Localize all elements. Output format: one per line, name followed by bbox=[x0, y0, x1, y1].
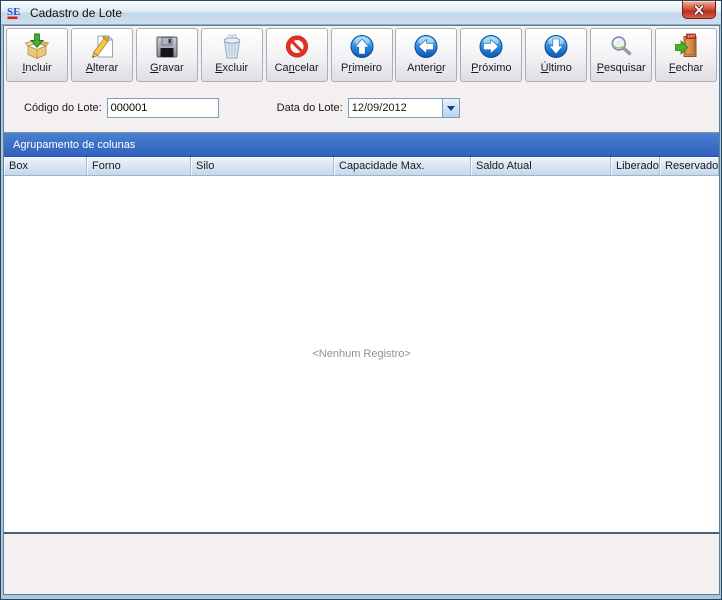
column-header-capacidade[interactable]: Capacidade Max. bbox=[334, 157, 471, 175]
data-lote-label: Data do Lote: bbox=[277, 102, 343, 114]
fechar-label: Fechar bbox=[669, 62, 703, 74]
group-by-band[interactable]: Agrupamento de colunas bbox=[4, 133, 719, 157]
svg-text:SE: SE bbox=[7, 6, 20, 18]
incluir-label: Incluir bbox=[22, 62, 51, 74]
arrow-left-circle-icon bbox=[413, 32, 439, 60]
grid-header-row: Box Forno Silo Capacidade Max. Saldo Atu… bbox=[4, 157, 719, 176]
pesquisar-button[interactable]: Pesquisar bbox=[590, 28, 652, 82]
column-header-reservado[interactable]: Reservado bbox=[660, 157, 719, 175]
column-header-silo[interactable]: Silo bbox=[191, 157, 334, 175]
pesquisar-label: Pesquisar bbox=[597, 62, 646, 74]
fechar-button[interactable]: EXIT Fechar bbox=[655, 28, 717, 82]
ultimo-label: Último bbox=[541, 62, 572, 74]
toolbar: Incluir Alterar bbox=[4, 26, 719, 84]
ultimo-button[interactable]: Último bbox=[525, 28, 587, 82]
excluir-label: Excluir bbox=[215, 62, 248, 74]
chevron-down-icon bbox=[447, 106, 455, 111]
box-add-icon bbox=[24, 32, 50, 60]
codigo-lote-label: Código do Lote: bbox=[24, 102, 102, 114]
gravar-button[interactable]: Gravar bbox=[136, 28, 198, 82]
bottom-panel bbox=[4, 534, 719, 594]
anterior-label: Anterior bbox=[407, 62, 446, 74]
excluir-button[interactable]: Excluir bbox=[201, 28, 263, 82]
proximo-button[interactable]: Próximo bbox=[460, 28, 522, 82]
data-lote-value: 12/09/2012 bbox=[349, 102, 442, 114]
cancelar-label: Cancelar bbox=[275, 62, 319, 74]
floppy-disk-icon bbox=[154, 32, 180, 60]
title-bar[interactable]: SE Cadastro de Lote bbox=[1, 1, 721, 25]
alterar-button[interactable]: Alterar bbox=[71, 28, 133, 82]
arrow-down-circle-icon bbox=[543, 32, 569, 60]
client-area: Incluir Alterar bbox=[3, 25, 720, 595]
app-logo-icon: SE bbox=[7, 5, 25, 21]
alterar-label: Alterar bbox=[86, 62, 118, 74]
incluir-button[interactable]: Incluir bbox=[6, 28, 68, 82]
empty-records-message: <Nenhum Registro> bbox=[312, 348, 410, 360]
app-window: SE Cadastro de Lote bbox=[0, 0, 722, 600]
pencil-document-icon bbox=[89, 32, 115, 60]
column-header-saldo[interactable]: Saldo Atual bbox=[471, 157, 611, 175]
cancel-icon bbox=[284, 32, 310, 60]
arrow-right-circle-icon bbox=[478, 32, 504, 60]
grid-body[interactable]: <Nenhum Registro> bbox=[4, 176, 719, 532]
window-title: Cadastro de Lote bbox=[30, 6, 122, 20]
arrow-up-circle-icon bbox=[349, 32, 375, 60]
exit-door-icon: EXIT bbox=[673, 32, 699, 60]
cancelar-button[interactable]: Cancelar bbox=[266, 28, 328, 82]
combo-dropdown-button[interactable] bbox=[442, 99, 459, 117]
form-row: Código do Lote: Data do Lote: 12/09/2012 bbox=[4, 84, 719, 132]
primeiro-label: Primeiro bbox=[341, 62, 382, 74]
close-button[interactable] bbox=[682, 1, 716, 19]
svg-text:EXIT: EXIT bbox=[688, 34, 696, 38]
codigo-lote-input[interactable] bbox=[107, 98, 219, 118]
data-grid: Agrupamento de colunas Box Forno Silo Ca… bbox=[4, 132, 719, 534]
primeiro-button[interactable]: Primeiro bbox=[331, 28, 393, 82]
magnifier-icon bbox=[608, 32, 634, 60]
proximo-label: Próximo bbox=[471, 62, 511, 74]
gravar-label: Gravar bbox=[150, 62, 184, 74]
column-header-box[interactable]: Box bbox=[4, 157, 87, 175]
trash-icon bbox=[219, 32, 245, 60]
column-header-liberado[interactable]: Liberado bbox=[611, 157, 660, 175]
column-header-forno[interactable]: Forno bbox=[87, 157, 191, 175]
group-band-text: Agrupamento de colunas bbox=[13, 139, 135, 151]
window-frame: Incluir Alterar bbox=[1, 25, 721, 599]
anterior-button[interactable]: Anterior bbox=[395, 28, 457, 82]
data-lote-combobox[interactable]: 12/09/2012 bbox=[348, 98, 460, 118]
